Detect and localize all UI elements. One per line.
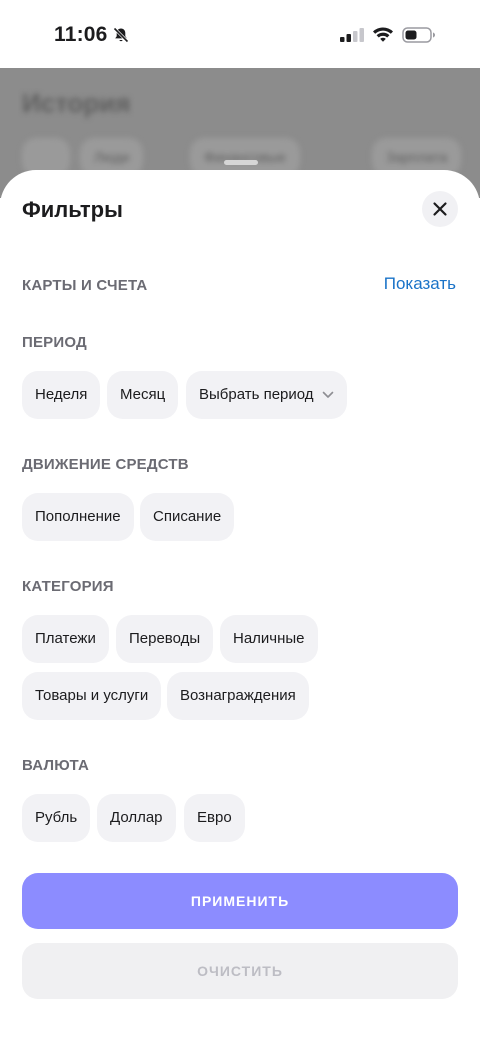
- filters-sheet: Фильтры КАРТЫ И СЧЕТА Показать ПЕРИОД Не…: [0, 170, 480, 1043]
- section-label-category: КАТЕГОРИЯ: [22, 578, 114, 595]
- currency-chip-ruble[interactable]: Рубль: [22, 794, 91, 842]
- status-bar: 11:06: [0, 0, 480, 68]
- chevron-down-icon: [322, 391, 333, 398]
- clear-button[interactable]: ОЧИСТИТЬ: [22, 943, 458, 999]
- status-time: 11:06: [54, 23, 108, 46]
- bell-muted-icon: [113, 27, 129, 43]
- battery-icon: [402, 27, 435, 43]
- period-chip-month[interactable]: Месяц: [107, 371, 179, 419]
- currency-chip-dollar[interactable]: Доллар: [97, 794, 176, 842]
- close-icon: [433, 202, 447, 216]
- background-title: История: [22, 88, 131, 118]
- movement-chip-topup[interactable]: Пополнение: [22, 493, 134, 541]
- apply-button[interactable]: ПРИМЕНИТЬ: [22, 873, 458, 929]
- category-chip-goods[interactable]: Товары и услуги: [22, 672, 162, 720]
- currency-chip-euro[interactable]: Евро: [184, 794, 245, 842]
- section-label-period: ПЕРИОД: [22, 334, 87, 351]
- sheet-title: Фильтры: [22, 197, 123, 222]
- category-chip-payments[interactable]: Платежи: [22, 615, 109, 663]
- category-chip-transfers[interactable]: Переводы: [116, 615, 214, 663]
- section-label-currency: ВАЛЮТА: [22, 757, 89, 774]
- wifi-icon: [373, 27, 393, 42]
- movement-chip-debit[interactable]: Списание: [140, 493, 235, 541]
- sheet-grabber[interactable]: [224, 160, 258, 165]
- period-chip-custom[interactable]: Выбрать период: [186, 371, 347, 419]
- show-cards-link[interactable]: Показать: [384, 274, 456, 294]
- period-chip-week[interactable]: Неделя: [22, 371, 101, 419]
- cellular-signal-icon: [340, 28, 364, 42]
- period-chip-custom-label: Выбрать период: [199, 386, 314, 403]
- section-label-movement: ДВИЖЕНИЕ СРЕДСТВ: [22, 456, 189, 473]
- close-button[interactable]: [422, 191, 458, 227]
- category-chip-cash[interactable]: Наличные: [220, 615, 318, 663]
- section-label-cards: КАРТЫ И СЧЕТА: [22, 277, 148, 294]
- category-chip-rewards[interactable]: Вознаграждения: [167, 672, 309, 720]
